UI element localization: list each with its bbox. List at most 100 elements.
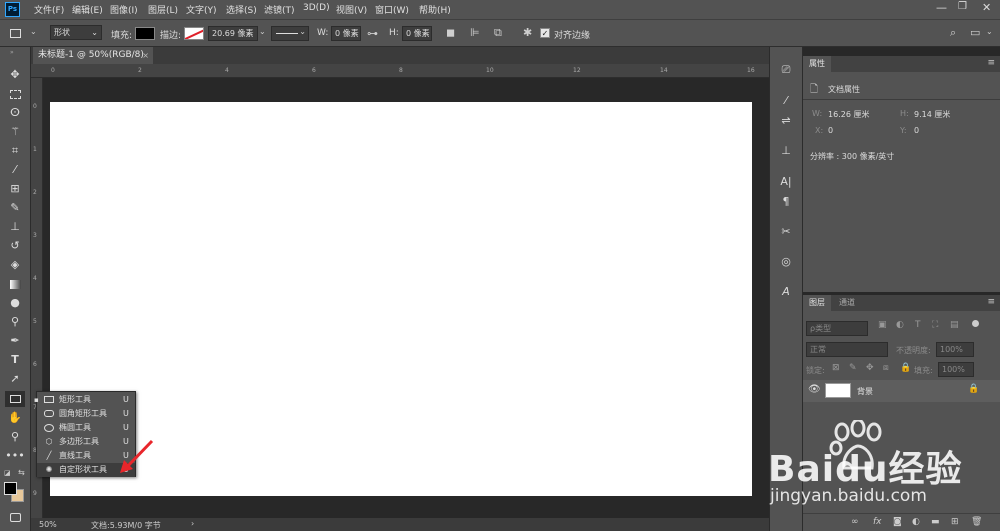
search-icon[interactable]: ⌕ — [950, 27, 956, 39]
gear-icon[interactable]: ✱ — [523, 27, 532, 39]
character-panel-icon[interactable]: A| — [776, 174, 796, 190]
clone-stamp-tool-icon[interactable]: ⊥ — [5, 219, 25, 235]
quick-mask-icon[interactable] — [5, 509, 25, 525]
stroke-width-field[interactable]: 20.69 像素 — [208, 26, 258, 41]
filter-smart-object-icon[interactable]: ▤ — [950, 320, 959, 330]
swap-colors-icon[interactable]: ⇆ — [18, 468, 25, 477]
menu-help[interactable]: 帮助(H) — [419, 3, 451, 16]
ruler-v-tick: 9 — [33, 490, 37, 497]
brush-panel-icon[interactable]: ⁄ — [776, 93, 796, 109]
minimize-icon[interactable]: — — [936, 1, 947, 14]
panel-collapse-icon[interactable]: » — [10, 49, 14, 56]
chevron-right-icon[interactable]: › — [191, 519, 194, 528]
foreground-color-swatch[interactable] — [4, 482, 17, 495]
move-tool-icon[interactable]: ✥ — [5, 67, 25, 83]
menu-edit[interactable]: 编辑(E) — [72, 3, 103, 16]
hand-tool-icon[interactable]: ✋ — [5, 410, 25, 426]
fill-field[interactable]: 100% — [938, 362, 974, 377]
more-tools-icon[interactable]: ••• — [5, 448, 25, 464]
gradient-tool-icon[interactable] — [5, 276, 25, 292]
paragraph-panel-icon[interactable]: ¶ — [776, 194, 796, 210]
panel-menu-icon[interactable]: ≡ — [987, 297, 995, 307]
chevron-down-icon[interactable]: ⌄ — [986, 27, 993, 36]
path-alignment-icon[interactable]: ⊫ — [470, 27, 480, 39]
restore-icon[interactable]: ❐ — [958, 1, 967, 12]
workspace-switcher-icon[interactable]: ▭ — [970, 27, 980, 39]
menu-layer[interactable]: 图层(L) — [148, 3, 178, 16]
lock-all-icon[interactable]: 🔒 — [900, 363, 911, 373]
height-field[interactable]: 0 像素 — [402, 26, 432, 41]
chevron-down-icon[interactable]: ⌄ — [259, 27, 266, 36]
libraries-panel-icon[interactable]: ◎ — [776, 254, 796, 270]
tab-layers[interactable]: 图层 — [803, 295, 831, 311]
menu-filter[interactable]: 滤镜(T) — [264, 3, 295, 16]
default-colors-icon[interactable]: ◪ — [4, 469, 11, 477]
align-edges-checkbox[interactable]: ✓ — [540, 28, 550, 38]
brush-tool-icon[interactable]: ✎ — [5, 200, 25, 216]
eraser-tool-icon[interactable]: ◈ — [5, 257, 25, 273]
filter-pixel-icon[interactable]: ▣ — [878, 320, 887, 330]
menu-file[interactable]: 文件(F) — [34, 3, 64, 16]
type-tool-icon[interactable]: T — [5, 352, 25, 368]
menu-window[interactable]: 窗口(W) — [375, 3, 409, 16]
lock-pixels-icon[interactable]: ✎ — [849, 363, 857, 373]
rectangle-tool-icon[interactable] — [5, 391, 25, 407]
adjustments-panel-icon[interactable]: ⇌ — [776, 113, 796, 129]
crop-tool-icon[interactable]: ⌗ — [5, 143, 25, 159]
flyout-item-ellipse[interactable]: 椭圆工具 U — [37, 421, 135, 435]
flyout-item-rectangle[interactable]: ▪ 矩形工具 U — [34, 393, 135, 407]
tab-channels[interactable]: 通道 — [833, 295, 861, 311]
zoom-tool-icon[interactable]: ⚲ — [5, 429, 25, 445]
layer-row[interactable]: 👁 背景 🔒 — [803, 380, 1000, 402]
blur-tool-icon[interactable]: ● — [5, 295, 25, 311]
stroke-color-swatch[interactable] — [184, 27, 204, 40]
stroke-type-select[interactable]: ⌄ — [271, 26, 309, 41]
clone-source-panel-icon[interactable]: ⊥ — [776, 143, 796, 159]
close-tab-icon[interactable]: × — [142, 47, 149, 64]
opacity-field[interactable]: 100% — [936, 342, 974, 357]
width-field[interactable]: 0 像素 — [331, 26, 361, 41]
link-icon[interactable]: ⊶ — [367, 28, 378, 40]
filter-shape-icon[interactable]: ⛶ — [932, 320, 938, 330]
path-operations-icon[interactable]: ◼ — [446, 27, 455, 39]
panel-menu-icon[interactable]: ≡ — [987, 58, 995, 68]
menu-select[interactable]: 选择(S) — [226, 3, 257, 16]
path-arrangement-icon[interactable]: ⧉ — [494, 27, 502, 39]
zoom-level[interactable]: 50% — [39, 520, 57, 529]
layer-name[interactable]: 背景 — [857, 386, 873, 397]
menu-3d[interactable]: 3D(D) — [303, 3, 330, 13]
history-brush-tool-icon[interactable]: ↺ — [5, 238, 25, 254]
marquee-tool-icon[interactable] — [5, 86, 25, 102]
pen-tool-icon[interactable]: ✒ — [5, 333, 25, 349]
dodge-tool-icon[interactable]: ⚲ — [5, 314, 25, 330]
document-tab[interactable]: 未标题-1 @ 50%(RGB/8) × — [33, 47, 153, 64]
lasso-tool-icon[interactable]: ⵙ — [5, 105, 25, 121]
lock-transparent-icon[interactable]: ⊠ — [832, 363, 840, 373]
filter-adjustment-icon[interactable]: ◐ — [896, 320, 904, 330]
shape-mode-select[interactable]: 形状 ⌄ — [50, 25, 102, 40]
blend-mode-select[interactable]: 正常 — [806, 342, 888, 357]
tools-preset-panel-icon[interactable]: ✂ — [776, 224, 796, 240]
menu-image[interactable]: 图像(I) — [110, 3, 138, 16]
document-canvas[interactable] — [50, 102, 752, 496]
healing-brush-tool-icon[interactable]: ⊞ — [5, 181, 25, 197]
layer-filter-select[interactable]: ρ类型 — [806, 321, 868, 336]
lock-artboard-icon[interactable]: ⧈ — [883, 363, 889, 373]
close-icon[interactable]: ✕ — [982, 1, 991, 14]
magic-wand-tool-icon[interactable]: ⚚ — [5, 124, 25, 140]
menu-view[interactable]: 视图(V) — [336, 3, 367, 16]
glyphs-panel-icon[interactable]: A — [776, 284, 796, 300]
flyout-item-rounded-rectangle[interactable]: 圆角矩形工具 U — [37, 407, 135, 421]
filter-toggle-icon[interactable] — [972, 320, 979, 327]
fill-color-swatch[interactable] — [135, 27, 155, 40]
history-panel-icon[interactable]: ⎚ — [776, 62, 796, 78]
photoshop-app-icon[interactable]: Ps — [5, 2, 20, 17]
lock-position-icon[interactable]: ✥ — [866, 363, 874, 373]
filter-type-icon[interactable]: T — [915, 320, 921, 330]
tool-preset-picker[interactable]: ⌄ — [6, 27, 40, 41]
eyedropper-tool-icon[interactable]: ⁄ — [5, 162, 25, 178]
menu-type[interactable]: 文字(Y) — [186, 3, 217, 16]
visibility-eye-icon[interactable]: 👁 — [808, 384, 821, 395]
tab-properties[interactable]: 属性 — [803, 56, 831, 72]
path-selection-tool-icon[interactable]: ➚ — [5, 371, 25, 387]
